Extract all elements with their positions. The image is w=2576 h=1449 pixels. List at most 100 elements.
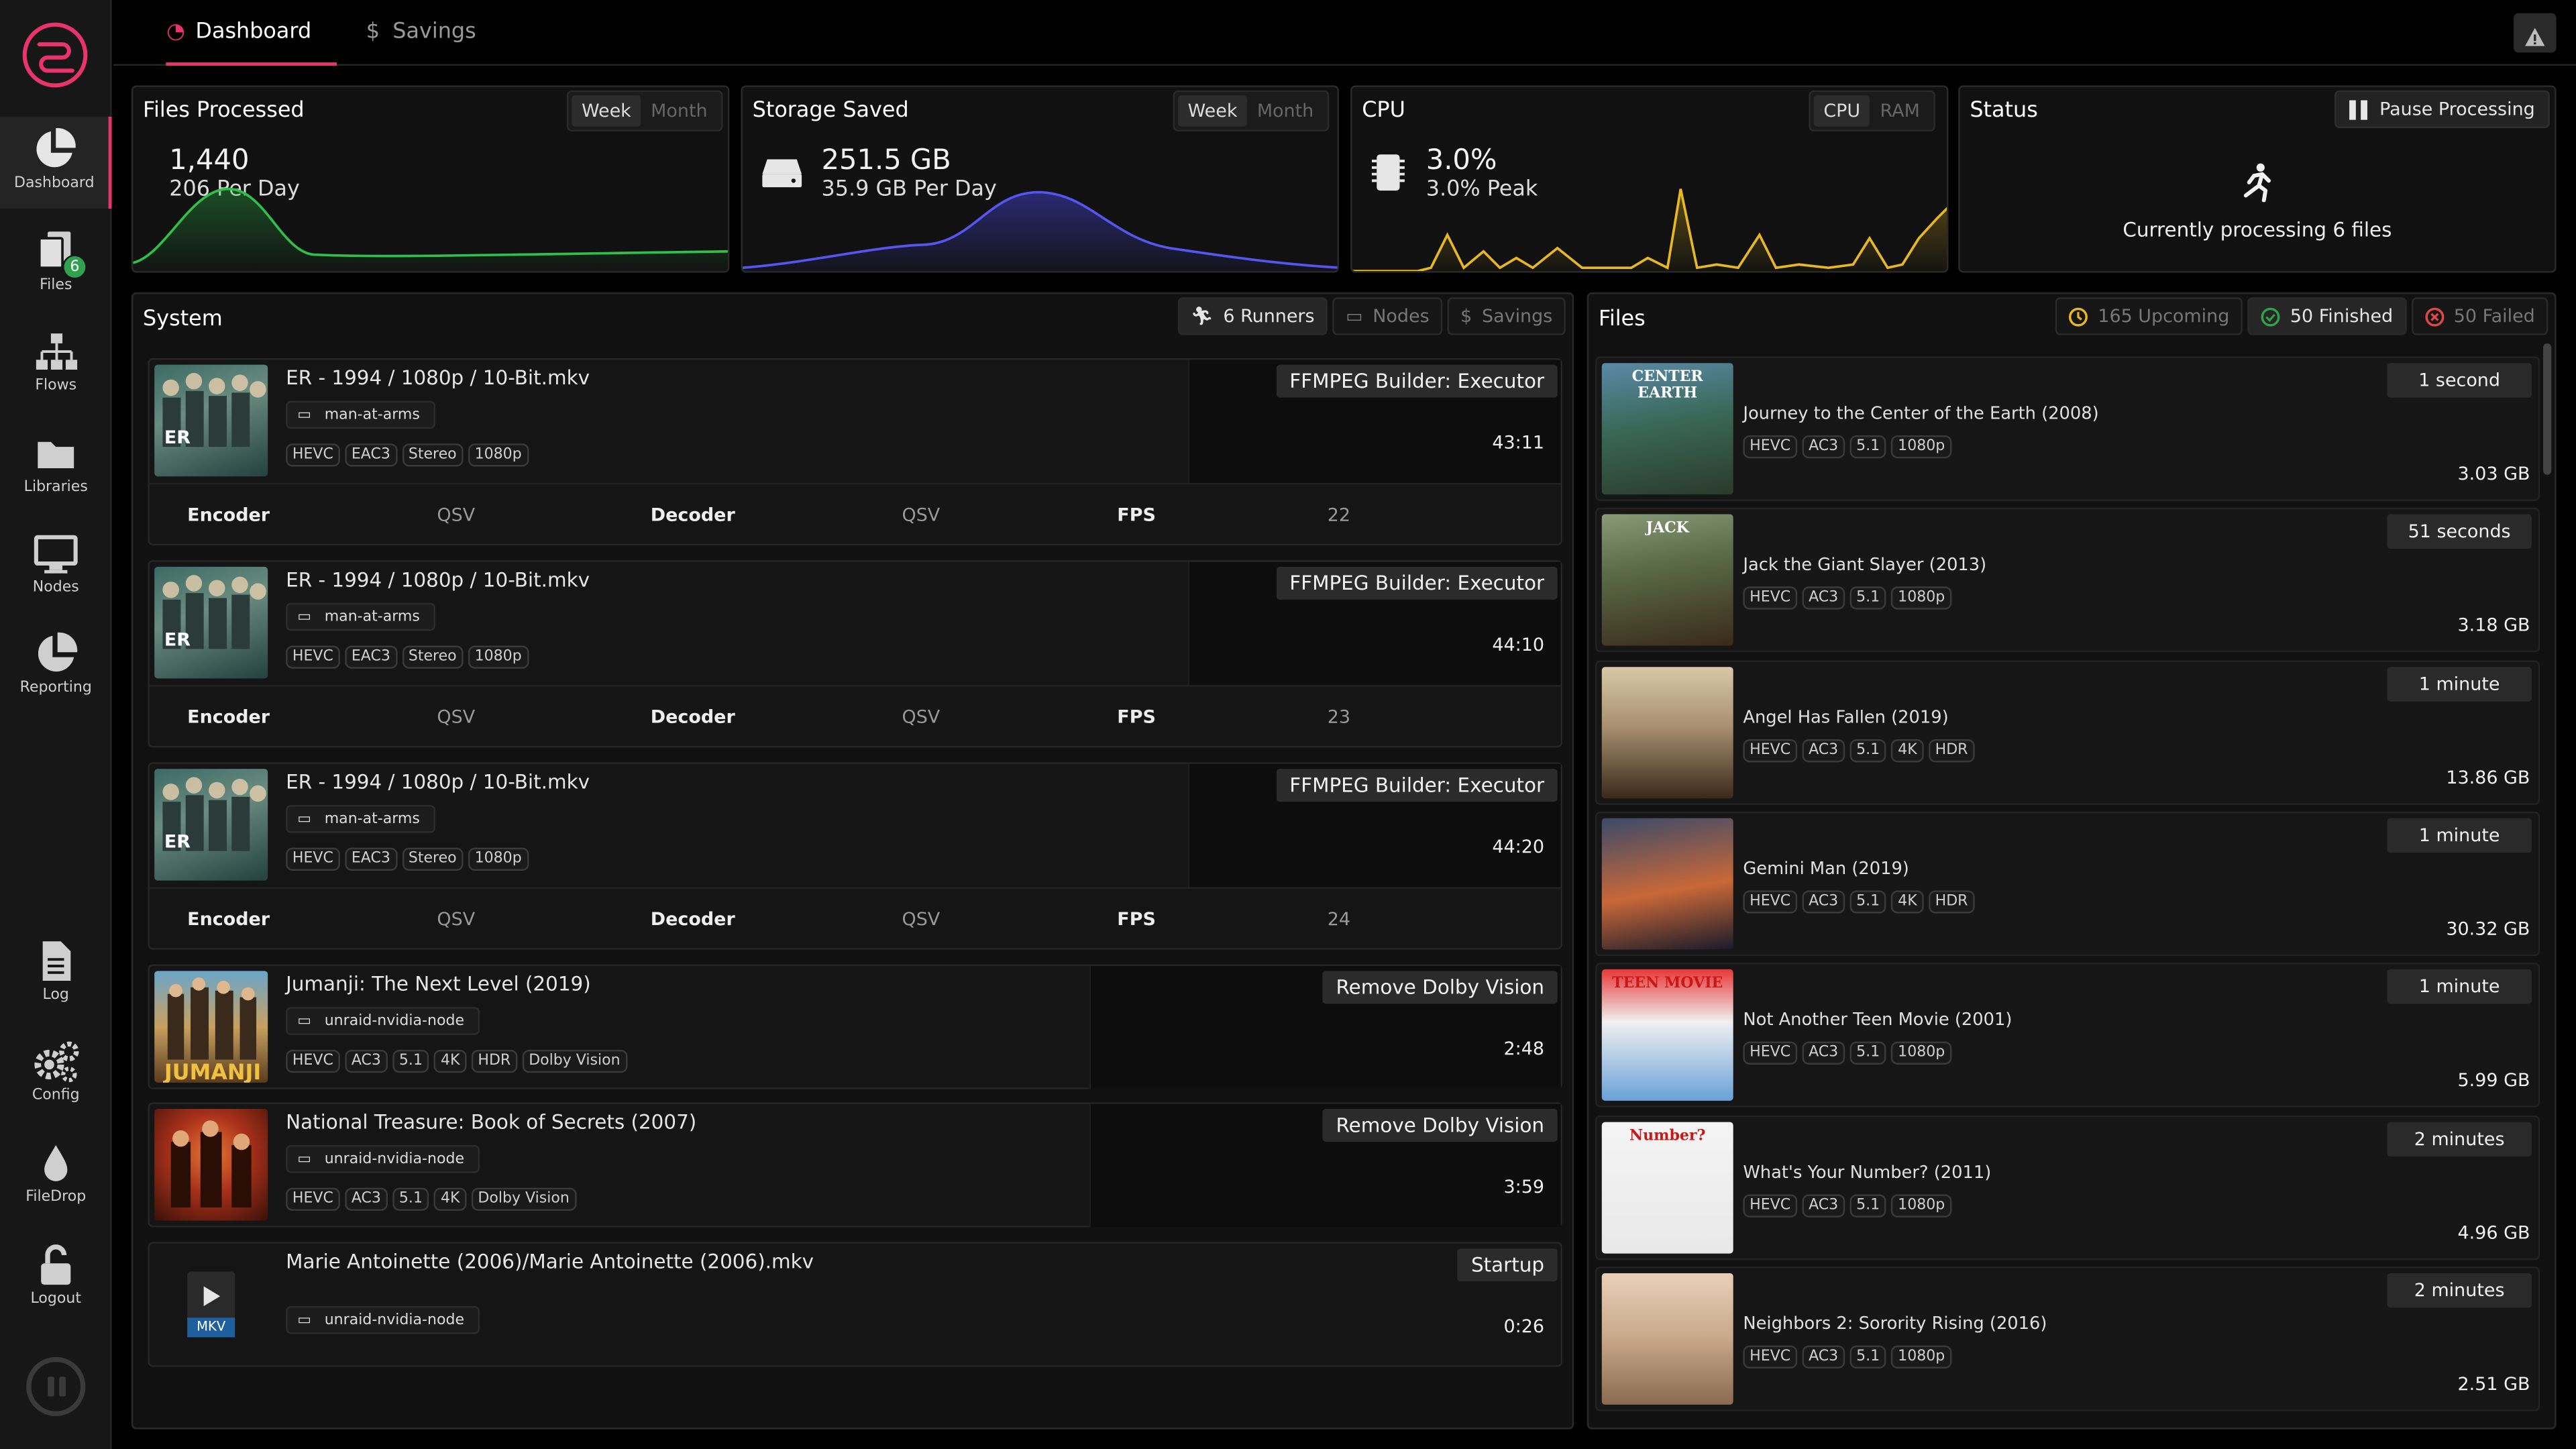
fps-label: FPS bbox=[1117, 706, 1156, 728]
app-root: Dashboard 6 Files Flows Libraries Nodes … bbox=[0, 0, 2576, 1449]
sidebar-item-dashboard[interactable]: Dashboard bbox=[0, 116, 112, 209]
node-name: man-at-arms bbox=[324, 608, 420, 625]
er-thumbnail: ER bbox=[154, 364, 268, 477]
sidebar-item-label: Reporting bbox=[19, 680, 92, 697]
codec-tag: 4K bbox=[434, 1049, 467, 1073]
er-thumbnail: ER bbox=[154, 566, 268, 679]
codec-tag: EAC3 bbox=[345, 847, 397, 871]
warning-button[interactable] bbox=[2513, 13, 2557, 53]
files-processed-sparkline bbox=[133, 187, 728, 272]
node-name: unraid-nvidia-node bbox=[324, 1012, 465, 1030]
movie-poster bbox=[1601, 666, 1733, 798]
desktop-icon: ▭ bbox=[297, 1311, 312, 1329]
fps-value: 23 bbox=[1327, 706, 1351, 728]
file-row[interactable]: Neighbors 2: Sorority Rising (2016) HEVC A… bbox=[1595, 1266, 2540, 1411]
movie-poster bbox=[1601, 818, 1733, 950]
codec-tag: 1080p bbox=[468, 847, 529, 871]
toggle-month[interactable]: Month bbox=[1247, 95, 1324, 127]
file-row[interactable]: Gemini Man (2019) HEVC AC3 5.1 4K HDR 1 minute… bbox=[1595, 811, 2540, 957]
codec-tag: EAC3 bbox=[345, 443, 397, 467]
toggle-ram[interactable]: RAM bbox=[1870, 95, 1930, 127]
sidebar-item-filedrop[interactable]: FileDrop bbox=[0, 1130, 112, 1222]
files-count-badge: 6 bbox=[62, 254, 87, 280]
elapsed-time: 43:11 bbox=[1492, 432, 1545, 453]
nodes-button[interactable]: ▭ Nodes bbox=[1332, 297, 1443, 335]
node-tag: ▭ unraid-nvidia-node bbox=[286, 1305, 480, 1334]
node-name: unraid-nvidia-node bbox=[324, 1311, 465, 1329]
movie-poster: JACK bbox=[1601, 515, 1733, 647]
toggle-week[interactable]: Week bbox=[572, 95, 641, 127]
runners-button[interactable]: 🏃︎ 6 Runners bbox=[1177, 297, 1328, 335]
codec-list: HEVC EAC3 Stereo 1080p bbox=[286, 443, 529, 467]
pause-all-button[interactable] bbox=[26, 1356, 86, 1417]
file-row[interactable]: Angel Has Fallen (2019) HEVC AC3 5.1 4K HDR 1 … bbox=[1595, 659, 2540, 805]
files-processed-widget: Files Processed Week Month 1,440 206 Per… bbox=[131, 85, 730, 273]
file-name: Neighbors 2: Sorority Rising (2016) bbox=[1743, 1313, 2047, 1334]
node-tag: ▭ man-at-arms bbox=[286, 805, 435, 833]
file-row[interactable]: JACK Jack the Giant Slayer (2013) HEVC AC3 5… bbox=[1595, 508, 2540, 653]
period-toggle: Week Month bbox=[566, 90, 722, 131]
tab-savings[interactable]: $ Savings bbox=[363, 0, 476, 66]
runner-card[interactable]: ER ER - 1994 / 1080p / 10-Bit.mkv ▭ man-a… bbox=[148, 560, 1562, 748]
toggle-month[interactable]: Month bbox=[641, 95, 717, 127]
encoder-value: QSV bbox=[437, 908, 476, 930]
svg-text:ER: ER bbox=[164, 427, 191, 448]
runner-card[interactable]: MKV Marie Antoinette (2006)/Marie Antoin… bbox=[148, 1242, 1562, 1367]
storage-saved-widget: Storage Saved Week Month 251.5 GB 35.9 G… bbox=[741, 85, 1339, 273]
svg-text:ER: ER bbox=[164, 832, 191, 853]
processed-time: 1 second bbox=[2387, 363, 2532, 398]
sidebar-item-flows[interactable]: Flows bbox=[0, 319, 112, 411]
sidebar-item-nodes[interactable]: Nodes bbox=[0, 521, 112, 612]
runner-card[interactable]: National Treasure: Book of Secrets (2007… bbox=[148, 1102, 1562, 1228]
desktop-icon: ▭ bbox=[297, 1150, 312, 1168]
processed-time: 1 minute bbox=[2387, 969, 2532, 1004]
sidebar-item-reporting[interactable]: Reporting bbox=[0, 621, 112, 713]
file-row[interactable]: CENTER EARTH Journey to the Center of the… bbox=[1595, 356, 2540, 501]
savings-button[interactable]: $ Savings bbox=[1447, 297, 1566, 335]
sidebar-item-label: Libraries bbox=[23, 480, 88, 496]
sidebar-item-libraries[interactable]: Libraries bbox=[0, 421, 112, 513]
codec-tag: HDR bbox=[471, 1049, 518, 1073]
codec-tag: 4K bbox=[434, 1187, 467, 1211]
finished-filter[interactable]: 50 Finished bbox=[2247, 297, 2406, 335]
resource-toggle: CPU RAM bbox=[1809, 90, 1935, 131]
failed-filter[interactable]: 50 Failed bbox=[2411, 297, 2548, 335]
sidebar-item-logout[interactable]: Logout bbox=[0, 1232, 112, 1324]
codec-tag: 5.1 bbox=[1849, 1193, 1887, 1217]
runner-status: FFMPEG Builder: Executor 44:10 bbox=[1187, 561, 1561, 686]
file-row[interactable]: TEEN MOVIE Not Another Teen Movie (2001) H… bbox=[1595, 963, 2540, 1108]
encoder-label: Encoder bbox=[187, 706, 270, 728]
sidebar-item-config[interactable]: Config bbox=[0, 1028, 112, 1120]
file-list-scrollbar[interactable] bbox=[2543, 343, 2552, 475]
runner-title: ER - 1994 / 1080p / 10-Bit.mkv bbox=[286, 366, 590, 390]
pause-processing-button[interactable]: Pause Processing bbox=[2334, 90, 2550, 129]
codec-tag: HDR bbox=[1928, 890, 1975, 914]
codec-tag: HEVC bbox=[286, 847, 340, 871]
processed-time: 51 seconds bbox=[2387, 515, 2532, 549]
runner-card[interactable]: JUMANJI Jumanji: The Next Level (2019) ▭… bbox=[148, 964, 1562, 1089]
fileflows-logo[interactable] bbox=[21, 21, 89, 89]
flow-step: Startup bbox=[1458, 1248, 1558, 1282]
folder-icon bbox=[38, 441, 74, 468]
sidebar-item-label: Files bbox=[40, 277, 72, 294]
runner-card[interactable]: ER ER - 1994 / 1080p / 10-Bit.mkv ▭ man-a… bbox=[148, 762, 1562, 950]
runner-stats: Encoder QSV Decoder QSV FPS 24 bbox=[149, 887, 1561, 948]
codec-tag: 5.1 bbox=[392, 1187, 429, 1211]
file-row[interactable]: Number? What's Your Number? (2011) HEVC AC3… bbox=[1595, 1114, 2540, 1260]
toggle-week[interactable]: Week bbox=[1177, 95, 1248, 127]
warning-icon bbox=[2525, 28, 2545, 46]
sidebar-item-files[interactable]: 6 Files bbox=[0, 219, 112, 311]
runner-card[interactable]: ER ER - 1994 / 1080p / 10-Bit.mkv ▭ man-a… bbox=[148, 358, 1562, 546]
pause-icon bbox=[2350, 99, 2368, 119]
sidebar-item-label: Dashboard bbox=[14, 176, 95, 193]
upcoming-filter[interactable]: 165 Upcoming bbox=[2055, 297, 2243, 335]
node-name: unraid-nvidia-node bbox=[324, 1150, 465, 1168]
movie-poster bbox=[1601, 1273, 1733, 1405]
sidebar-item-log[interactable]: Log bbox=[0, 928, 112, 1020]
toggle-cpu[interactable]: CPU bbox=[1813, 95, 1870, 127]
codec-tag: HDR bbox=[1928, 739, 1975, 762]
fps-label: FPS bbox=[1117, 908, 1156, 930]
dollar-icon: $ bbox=[366, 19, 380, 45]
tab-dashboard[interactable]: ◔ Dashboard bbox=[166, 0, 336, 66]
runner-status: FFMPEG Builder: Executor 43:11 bbox=[1187, 360, 1561, 484]
